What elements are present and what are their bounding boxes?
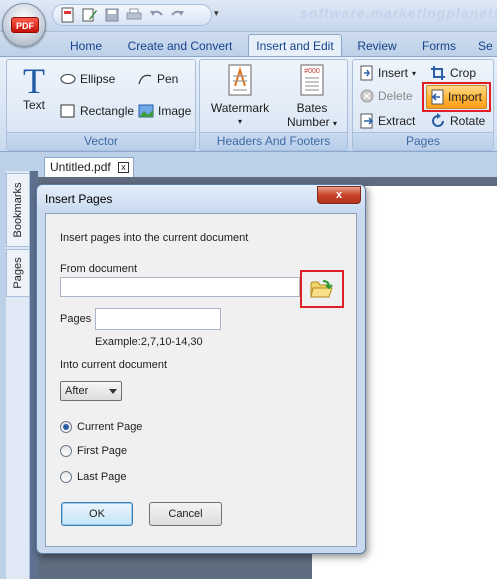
title-bar: ▾ software.marketingplanets — [0, 0, 497, 32]
headers-footers-group-label: Headers And Footers — [200, 132, 347, 150]
pen-label: Pen — [157, 72, 179, 86]
position-select[interactable]: After — [60, 381, 122, 401]
extract-button[interactable]: Extract — [360, 113, 415, 129]
side-tabs: Bookmarks Pages — [6, 171, 30, 579]
into-current-document-label: Into current document — [60, 359, 168, 371]
radio-current-page-dot — [60, 421, 72, 433]
watermark-text: software.marketingplanets — [300, 5, 497, 21]
document-close-icon[interactable]: x — [118, 162, 129, 173]
tab-forms[interactable]: Forms — [416, 37, 462, 56]
bates-label-line1: Bates — [296, 101, 328, 115]
pages-example: Example:2,7,10-14,30 — [95, 336, 203, 348]
tab-home[interactable]: Home — [64, 37, 108, 56]
quick-access-toolbar — [52, 4, 212, 26]
rotate-button[interactable]: Rotate — [430, 113, 485, 129]
watermark-label: Watermark — [210, 101, 270, 115]
extract-label: Extract — [378, 114, 416, 128]
rotate-icon — [432, 113, 444, 127]
rectangle-tool-button[interactable]: Rectangle — [60, 104, 134, 118]
delete-icon — [360, 89, 374, 103]
crop-button[interactable]: Crop — [430, 65, 476, 81]
undo-icon[interactable] — [147, 6, 165, 24]
ribbon-tabs: Home Create and Convert Insert and Edit … — [0, 32, 497, 57]
browse-button[interactable] — [300, 270, 344, 308]
crop-icon — [431, 66, 445, 80]
dialog-close-button[interactable]: x — [317, 186, 361, 204]
watermark-dropdown-icon: ▾ — [237, 117, 242, 126]
radio-last-page-label: Last Page — [77, 471, 127, 483]
bates-number-button[interactable]: #000 Bates Number ▾ — [280, 64, 344, 131]
image-icon — [138, 104, 154, 118]
bates-label-line2: Number ▾ — [286, 115, 338, 129]
tab-review[interactable]: Review — [354, 37, 400, 56]
bookmarks-tab-label: Bookmarks — [12, 182, 24, 238]
edit-doc-icon[interactable] — [81, 6, 99, 24]
cancel-button[interactable]: Cancel — [149, 502, 222, 526]
pages-field[interactable] — [95, 308, 221, 330]
delete-label: Delete — [378, 89, 413, 103]
redo-icon[interactable] — [169, 6, 187, 24]
rectangle-label: Rectangle — [80, 104, 135, 118]
svg-text:#000: #000 — [304, 68, 320, 75]
radio-first-page-label: First Page — [77, 445, 128, 457]
tab-security[interactable]: Se — [478, 37, 497, 56]
bates-number-icon: #000 — [300, 64, 324, 96]
dialog-instruction: Insert pages into the current document — [60, 232, 249, 244]
crop-label: Crop — [450, 66, 477, 80]
dialog-title: Insert Pages — [37, 185, 365, 213]
watermark-icon — [228, 64, 252, 96]
import-red-highlight — [422, 82, 491, 112]
radio-current-page[interactable]: Current Page — [60, 421, 142, 433]
rotate-label: Rotate — [450, 114, 486, 128]
insert-button[interactable]: Insert ▾ — [360, 65, 416, 81]
pages-label: Pages — [60, 313, 92, 325]
print-icon[interactable] — [125, 6, 143, 24]
tab-create-and-convert[interactable]: Create and Convert — [122, 37, 238, 56]
open-folder-icon — [310, 280, 333, 298]
pen-icon — [138, 74, 152, 85]
radio-last-page[interactable]: Last Page — [60, 471, 127, 483]
ellipse-tool-button[interactable]: Ellipse — [60, 72, 115, 86]
document-tab-label: Untitled.pdf — [50, 160, 111, 174]
bookmarks-tab[interactable]: Bookmarks — [6, 173, 30, 247]
select-arrow-icon — [109, 389, 117, 394]
pages-tab-label: Pages — [12, 257, 24, 289]
tab-insert-and-edit[interactable]: Insert and Edit — [248, 34, 342, 57]
image-tool-button[interactable]: Image — [138, 104, 191, 118]
radio-last-page-dot — [60, 471, 72, 483]
pen-tool-button[interactable]: Pen — [137, 72, 178, 86]
position-select-value: After — [65, 385, 89, 397]
delete-button[interactable]: Delete — [360, 89, 413, 103]
vector-group-label: Vector — [7, 132, 195, 150]
watermark-button[interactable]: Watermark ▾ — [206, 64, 274, 129]
customize-toolbar-arrow-icon[interactable]: ▾ — [214, 8, 219, 19]
bates-dropdown-icon: ▾ — [333, 119, 338, 128]
pages-tab[interactable]: Pages — [6, 249, 30, 297]
pdf-logo: PDF — [11, 17, 39, 33]
extract-icon — [360, 113, 374, 129]
ellipse-icon — [60, 74, 76, 84]
image-label: Image — [158, 104, 192, 118]
ok-button[interactable]: OK — [61, 502, 133, 526]
save-icon[interactable] — [103, 6, 121, 24]
rectangle-icon — [60, 104, 75, 118]
radio-first-page[interactable]: First Page — [60, 445, 127, 457]
insert-dropdown-icon: ▾ — [412, 68, 417, 78]
text-tool-label: Text — [22, 98, 45, 112]
text-tool-icon: T — [23, 61, 45, 101]
pages-group-label: Pages — [353, 132, 493, 150]
text-tool-button[interactable]: T Text — [14, 61, 54, 112]
new-doc-icon[interactable] — [59, 6, 77, 24]
radio-current-page-label: Current Page — [77, 421, 143, 433]
insert-label: Insert — [378, 66, 409, 80]
insert-page-icon — [360, 65, 373, 81]
document-tab[interactable]: Untitled.pdf x — [44, 157, 134, 177]
ellipse-label: Ellipse — [80, 72, 116, 86]
app-menu-button[interactable]: PDF — [2, 3, 46, 47]
from-document-label: From document — [60, 263, 138, 275]
radio-first-page-dot — [60, 445, 72, 457]
from-document-field[interactable] — [60, 277, 300, 297]
